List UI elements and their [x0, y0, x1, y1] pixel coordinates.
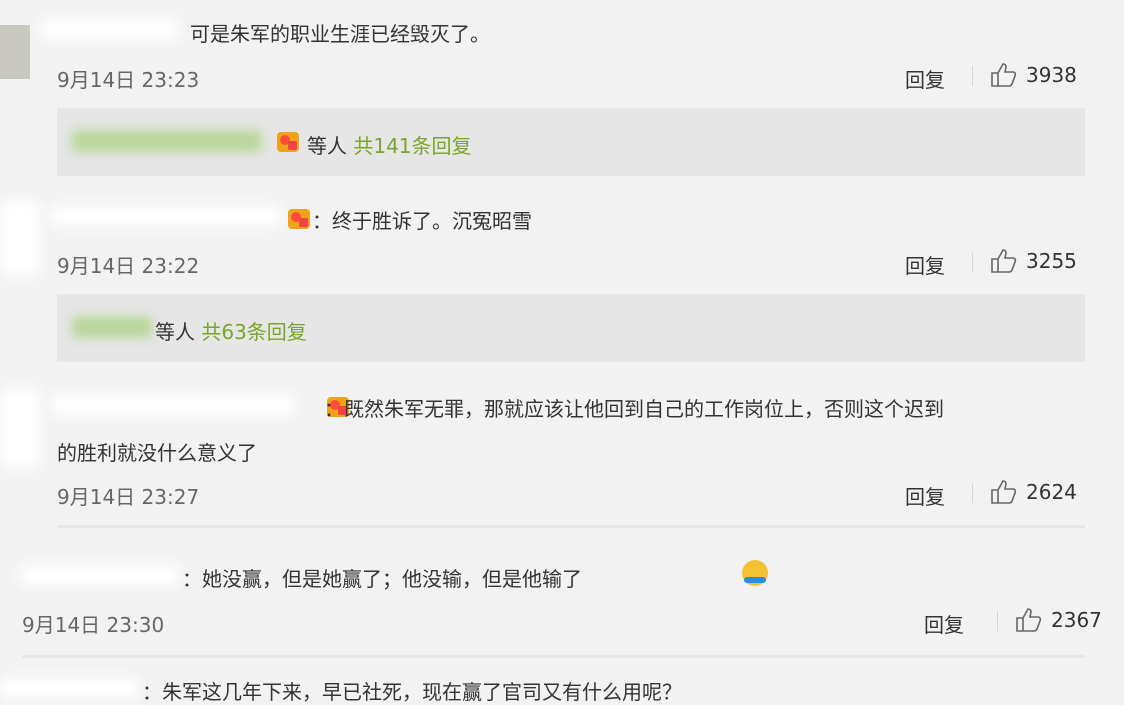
reply-thread-box[interactable]: 等人 共63条回复 — [57, 294, 1085, 362]
username-redacted[interactable] — [40, 18, 180, 40]
comment-time: 9月14日 23:30 — [22, 613, 165, 637]
comment-time: 9月14日 23:23 — [57, 68, 200, 92]
divider — [997, 611, 998, 631]
avatar[interactable] — [0, 25, 30, 79]
vip-crown-icon — [277, 131, 299, 152]
avatar[interactable] — [0, 388, 40, 468]
comment-time: 9月14日 23:27 — [57, 485, 200, 509]
comment-text-line1: ：既然朱军无罪，那就应该让他回到自己的工作岗位上，否则这个迟到 — [324, 397, 944, 421]
username-redacted[interactable] — [20, 564, 180, 586]
divider — [972, 483, 973, 503]
thumbs-up-icon — [1015, 607, 1043, 633]
replier-names-redacted — [72, 130, 262, 152]
thread-suffix: 等人 — [307, 134, 347, 158]
view-replies-link[interactable]: 共63条回复 — [201, 320, 306, 344]
username-redacted[interactable] — [50, 394, 295, 416]
avatar[interactable] — [0, 200, 40, 276]
like-count: 3938 — [1026, 63, 1077, 87]
comment-time: 9月14日 23:22 — [57, 254, 200, 278]
like-count: 3255 — [1026, 249, 1077, 273]
thread-suffix: 等人 — [155, 320, 195, 344]
thread-summary: 等人 共141条回复 — [307, 130, 472, 159]
hug-emoji-icon — [742, 560, 769, 586]
replier-names-redacted — [72, 316, 152, 338]
vip-crown-icon — [288, 209, 310, 229]
thumbs-up-icon — [990, 479, 1018, 505]
username-redacted[interactable] — [50, 205, 280, 227]
view-replies-link[interactable]: 共141条回复 — [353, 134, 471, 158]
divider — [972, 252, 973, 272]
like-count: 2624 — [1026, 480, 1077, 504]
like-button[interactable]: 3255 — [990, 248, 1077, 274]
thumbs-up-icon — [990, 248, 1018, 274]
comment-text: 可是朱军的职业生涯已经毁灭了。 — [190, 22, 490, 46]
thread-summary: 等人 共63条回复 — [155, 316, 307, 345]
section-divider — [57, 525, 1085, 528]
username-redacted[interactable] — [0, 677, 140, 699]
thumbs-up-icon — [990, 62, 1018, 88]
like-button[interactable]: 3938 — [990, 62, 1077, 88]
reply-thread-box[interactable]: 等人 共141条回复 — [57, 108, 1085, 176]
reply-button[interactable]: 回复 — [905, 64, 945, 93]
section-divider — [22, 655, 1085, 658]
comment-text: ：终于胜诉了。沉冤昭雪 — [312, 209, 532, 233]
reply-button[interactable]: 回复 — [924, 609, 964, 638]
divider — [972, 66, 973, 86]
like-button[interactable]: 2624 — [990, 479, 1077, 505]
comment-text: ：朱军这几年下来，早已社死，现在赢了官司又有什么用呢？ — [142, 680, 682, 704]
reply-button[interactable]: 回复 — [905, 481, 945, 510]
reply-button[interactable]: 回复 — [905, 250, 945, 279]
comment-text: ：她没赢，但是她赢了；他没输，但是他输了 — [182, 567, 582, 591]
comment-text-line2: 的胜利就没什么意义了 — [57, 441, 257, 465]
like-count: 2367 — [1051, 608, 1102, 632]
like-button[interactable]: 2367 — [1015, 607, 1102, 633]
